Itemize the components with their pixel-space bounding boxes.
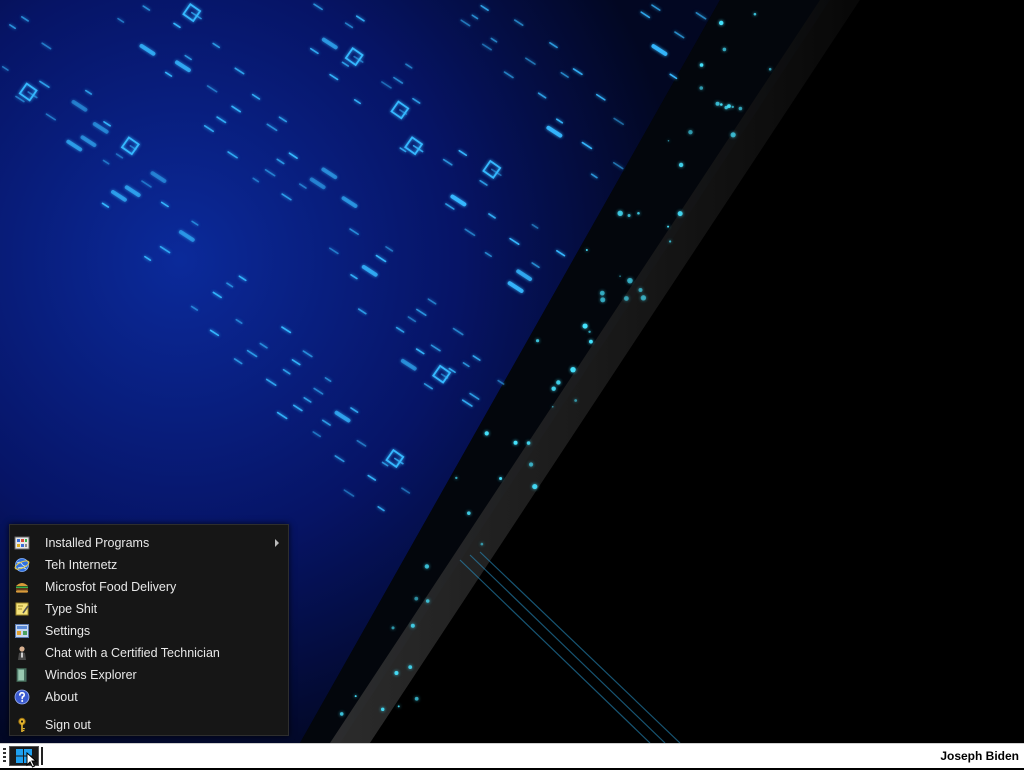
glow-dot bbox=[724, 105, 728, 110]
key-icon bbox=[18, 717, 26, 732]
glow-dot bbox=[535, 339, 540, 343]
menu-item-label: Sign out bbox=[45, 718, 91, 732]
globe-icon bbox=[14, 558, 30, 572]
user-name: Joseph Biden bbox=[940, 749, 1019, 763]
glow-dot bbox=[484, 431, 489, 436]
menu-item-chat-technician[interactable]: Chat with a Certified Technician bbox=[10, 642, 288, 664]
menu-item-installed-programs[interactable]: Installed Programs bbox=[10, 532, 288, 554]
glow-dot bbox=[722, 47, 727, 52]
programs-grid-icon bbox=[14, 536, 30, 550]
menu-item-label: About bbox=[45, 690, 78, 704]
glow-dot bbox=[480, 542, 484, 546]
help-question-icon bbox=[14, 689, 30, 705]
glow-dot bbox=[381, 707, 385, 712]
glow-dot bbox=[715, 101, 720, 106]
glow-dot bbox=[638, 288, 643, 293]
glow-dot bbox=[513, 440, 518, 445]
menu-item-label: Chat with a Certified Technician bbox=[45, 646, 220, 660]
glow-dot bbox=[570, 366, 576, 373]
explorer-icon bbox=[16, 668, 27, 682]
menu-item-windos-explorer[interactable]: Windos Explorer bbox=[10, 664, 288, 686]
glow-dot bbox=[588, 330, 591, 334]
menu-item-label: Settings bbox=[45, 624, 91, 638]
glow-dot bbox=[768, 67, 772, 71]
glow-dot bbox=[410, 623, 415, 628]
glow-dot bbox=[719, 20, 724, 26]
glow-dot bbox=[551, 386, 556, 391]
glow-dot bbox=[408, 665, 413, 670]
glow-dot bbox=[532, 483, 538, 490]
glow-dot bbox=[688, 129, 693, 135]
technician-icon bbox=[18, 646, 26, 660]
glow-dot bbox=[619, 275, 621, 277]
menu-item-sign-out[interactable]: Sign out bbox=[10, 714, 288, 736]
glow-dot bbox=[669, 240, 672, 243]
glow-dot bbox=[354, 695, 357, 698]
glow-dot bbox=[623, 296, 629, 301]
glow-dot bbox=[582, 323, 588, 329]
glow-dot bbox=[414, 596, 419, 601]
menu-item-food-delivery[interactable]: Microsfot Food Delivery bbox=[10, 576, 288, 598]
glow-dot bbox=[738, 106, 743, 111]
menu-item-label: Windos Explorer bbox=[45, 668, 137, 682]
menu-item-label: Type Shit bbox=[45, 602, 98, 616]
menu-item-teh-internetz[interactable]: Teh Internetz bbox=[10, 554, 288, 576]
glow-dot bbox=[574, 399, 578, 402]
glow-dot bbox=[627, 213, 631, 217]
glow-dot bbox=[414, 696, 419, 701]
glow-dot bbox=[424, 564, 430, 569]
glow-dot bbox=[730, 132, 736, 138]
taskbar-grip[interactable] bbox=[3, 748, 6, 764]
glow-dot bbox=[391, 626, 395, 630]
glow-dot bbox=[637, 211, 640, 215]
menu-item-settings[interactable]: Settings bbox=[10, 620, 288, 642]
glow-dot bbox=[589, 339, 593, 344]
glow-dot bbox=[678, 162, 684, 168]
glow-dot bbox=[627, 277, 633, 284]
glow-dot bbox=[499, 477, 503, 481]
glow-dot bbox=[526, 441, 531, 445]
taskbar-divider bbox=[41, 747, 43, 765]
taskbar: Joseph Biden bbox=[0, 743, 1024, 768]
glow-dot bbox=[699, 86, 704, 90]
glow-dot bbox=[599, 290, 605, 296]
control-panel-icon bbox=[15, 624, 29, 638]
glow-dot bbox=[753, 12, 757, 16]
burger-icon bbox=[16, 583, 28, 593]
notepad-icon bbox=[15, 602, 29, 616]
glow-dot bbox=[425, 599, 430, 603]
glow-dot bbox=[556, 380, 561, 385]
glow-dot bbox=[585, 249, 588, 252]
glow-dot bbox=[667, 225, 670, 228]
desktop[interactable]: Installed Programs Teh Internetz Microsf… bbox=[0, 0, 1024, 743]
glow-dot bbox=[731, 105, 734, 109]
submenu-arrow-icon bbox=[275, 539, 279, 547]
glow-dot bbox=[677, 211, 683, 217]
mouse-cursor-icon bbox=[26, 752, 38, 768]
glow-dot bbox=[394, 670, 399, 675]
glow-dot bbox=[600, 297, 606, 303]
glow-dot bbox=[528, 462, 534, 467]
menu-item-label: Microsfot Food Delivery bbox=[45, 580, 177, 594]
glow-dot bbox=[699, 63, 704, 67]
glow-dot bbox=[667, 139, 670, 142]
start-menu: Installed Programs Teh Internetz Microsf… bbox=[9, 524, 289, 736]
menu-item-label: Teh Internetz bbox=[45, 558, 118, 572]
glow-dot bbox=[467, 511, 471, 515]
menu-item-type-shit[interactable]: Type Shit bbox=[10, 598, 288, 620]
glow-dot bbox=[551, 405, 554, 408]
glow-dot bbox=[617, 210, 623, 217]
glow-dot bbox=[397, 705, 400, 708]
glow-dot bbox=[339, 712, 344, 716]
menu-item-about[interactable]: About bbox=[10, 686, 288, 708]
glow-dot bbox=[455, 476, 458, 480]
menu-item-label: Installed Programs bbox=[45, 536, 150, 550]
glow-dot bbox=[640, 295, 647, 301]
glow-dot bbox=[720, 103, 723, 106]
